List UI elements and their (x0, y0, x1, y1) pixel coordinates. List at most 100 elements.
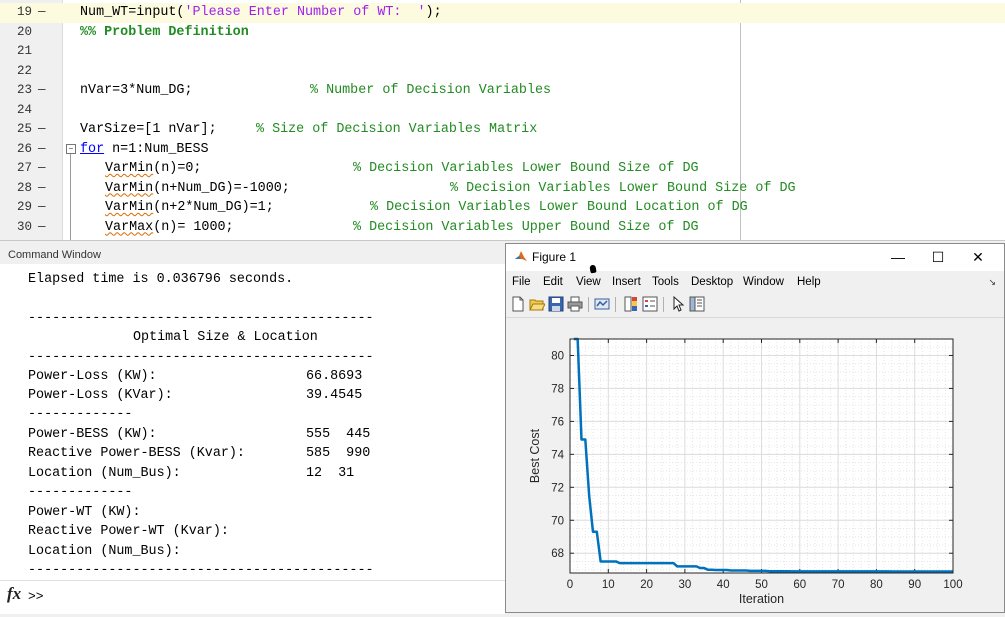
results-header: Optimal Size & Location (133, 330, 318, 345)
code-line[interactable]: 30 — VarMax(n)= 1000; % Decision Variables … (0, 218, 1005, 238)
code-text: %% Problem Definition (80, 23, 249, 43)
new-figure-icon[interactable] (510, 296, 526, 312)
maximize-button[interactable]: ☐ (918, 244, 958, 271)
menu-overflow-icon[interactable]: ↘ (988, 271, 996, 293)
line-number: 22 (16, 63, 32, 78)
breakpoint-marker[interactable]: — (38, 179, 46, 199)
breakpoint-marker[interactable]: — (38, 159, 46, 179)
line-number: 30 (16, 219, 32, 234)
command-window-output[interactable]: Elapsed time is 0.036796 seconds. ------… (0, 264, 505, 580)
code-token: (n+2*Num_DG)=1; (153, 200, 274, 215)
code-line[interactable]: 28 — VarMin(n+Num_DG)=-1000; % Decision Var… (0, 179, 1005, 199)
line-number: 20 (16, 24, 32, 39)
breakpoint-marker[interactable]: — (38, 81, 46, 101)
code-comment: % Decision Variables Upper Bound Size of… (353, 219, 699, 235)
code-token: (n+Num_DG)=-1000; (153, 180, 290, 196)
colorbar-icon[interactable] (623, 296, 639, 312)
best-cost-chart[interactable]: 0 10 20 30 40 50 60 70 80 90 100 68 70 72 74 76 78 80 Ite… (506, 318, 1004, 612)
menu-desktop[interactable]: Desktop (691, 271, 733, 293)
string-literal: 'Please Enter Number of WT: ' (184, 5, 426, 20)
line-number: 26 (16, 141, 32, 156)
variable-name: VarMin (105, 180, 154, 196)
menu-tools[interactable]: Tools (652, 271, 679, 293)
fx-function-browser-icon[interactable]: fx (7, 584, 21, 604)
reactive-power-bess-label: Reactive Power-BESS (Kvar): (28, 446, 245, 461)
y-tick-label: 80 (551, 350, 564, 362)
code-line[interactable]: 29 — VarMin(n+2*Num_DG)=1; % Decision Varia… (0, 198, 1005, 218)
print-icon[interactable] (567, 296, 583, 312)
code-line[interactable]: 26 — for n=1:Num_BESS (0, 140, 1005, 160)
figure-title-bar[interactable]: Figure 1 — ☐ ✕ (506, 244, 1004, 271)
line-number: 29 (16, 200, 32, 214)
property-editor-icon[interactable] (689, 296, 705, 312)
y-tick-label: 72 (551, 482, 564, 494)
figure-menu-bar: File Edit View Insert Tools Desktop Wind… (506, 271, 1004, 293)
x-tick-label: 40 (717, 579, 730, 591)
menu-insert[interactable]: Insert (612, 271, 641, 293)
code-editor[interactable]: − 19— Num_WT=input('Please Enter Number o… (0, 0, 1005, 241)
close-button[interactable]: ✕ (958, 244, 998, 271)
menu-view[interactable]: View (576, 271, 601, 293)
code-token: (n)= 1000; (153, 219, 234, 235)
menu-window[interactable]: Window (743, 271, 784, 293)
breakpoint-marker[interactable]: — (38, 120, 46, 140)
command-window-title: Command Window (0, 246, 505, 264)
menu-help[interactable]: Help (797, 271, 821, 293)
command-prompt: >> (28, 589, 44, 604)
code-line[interactable]: 22 (0, 62, 1005, 82)
breakpoint-marker[interactable]: — (38, 218, 46, 238)
location-bess-label: Location (Num_Bus): (28, 466, 181, 481)
link-plot-icon[interactable] (594, 296, 610, 312)
code-line[interactable]: 24 (0, 101, 1005, 121)
menu-file[interactable]: File (512, 271, 531, 293)
code-token: Num_WT=input( (80, 5, 185, 20)
keyword: for (80, 141, 105, 157)
plot-area[interactable]: 0 10 20 30 40 50 60 70 80 90 100 68 70 72 74 76 78 80 Ite… (506, 318, 1004, 612)
breakpoint-marker[interactable]: — (38, 140, 46, 160)
pointer-icon[interactable] (670, 296, 686, 312)
code-line[interactable]: 23 — nVar=3*Num_DG; % Number of Decision Va… (0, 81, 1005, 101)
location-wt-label: Location (Num_Bus): (28, 544, 181, 559)
variable-name: VarMax (105, 219, 154, 235)
code-comment: % Decision Variables Lower Bound Size of… (450, 180, 796, 196)
code-line[interactable]: 21 (0, 42, 1005, 62)
x-tick-label: 60 (793, 579, 806, 591)
code-line[interactable]: 27 — VarMin(n)=0; % Decision Variables Lowe… (0, 159, 1005, 179)
reactive-power-bess-value: 585 990 (306, 446, 371, 461)
elapsed-time-text: Elapsed time is 0.036796 seconds. (28, 272, 294, 287)
line-number: 21 (16, 44, 32, 58)
toolbar-separator (663, 297, 664, 312)
code-token: ); (425, 5, 442, 20)
reactive-power-wt-label: Reactive Power-WT (Kvar): (28, 524, 229, 539)
breakpoint-marker[interactable]: — (38, 198, 46, 218)
code-line[interactable]: 19 — Num_WT=input('Please Enter Number of … (0, 3, 1005, 23)
x-tick-label: 30 (679, 579, 692, 591)
code-comment: % Number of Decision Variables (310, 83, 552, 98)
open-file-icon[interactable] (529, 296, 545, 312)
figure-window[interactable]: Figure 1 — ☐ ✕ File Edit View Insert Too… (505, 243, 1005, 613)
save-icon[interactable] (548, 296, 564, 312)
menu-edit[interactable]: Edit (543, 271, 563, 293)
code-text: VarSize=[1 nVar]; (80, 120, 217, 140)
minimize-button[interactable]: — (878, 244, 918, 271)
y-tick-label: 74 (551, 449, 564, 461)
power-wt-label: Power-WT (KW): (28, 505, 141, 520)
code-line[interactable]: 20 %% Problem Definition (0, 23, 1005, 43)
separator-line: ----------------------------------------… (28, 311, 374, 326)
code-line[interactable]: 25 — VarSize=[1 nVar]; % Size of Decision V… (0, 120, 1005, 140)
matlab-logo-icon (515, 251, 527, 261)
mouse-cursor (589, 264, 597, 274)
command-input-line[interactable]: fx >> (0, 580, 505, 614)
code-text: VarMin(n)=0; (105, 159, 201, 179)
figure-title: Figure 1 (532, 250, 577, 264)
separator-line: ------------- (28, 485, 133, 500)
separator-line: ----------------------------------------… (28, 563, 374, 578)
power-bess-value: 555 445 (306, 427, 371, 442)
x-axis-label: Iteration (739, 592, 784, 606)
code-token: VarSize=[1 nVar]; (80, 122, 217, 137)
breakpoint-marker[interactable]: — (38, 3, 46, 23)
power-loss-kvar-label: Power-Loss (KVar): (28, 388, 173, 403)
code-comment: % Size of Decision Variables Matrix (256, 122, 538, 137)
code-token: n=1:Num_BESS (104, 141, 209, 157)
legend-icon[interactable] (642, 296, 658, 312)
